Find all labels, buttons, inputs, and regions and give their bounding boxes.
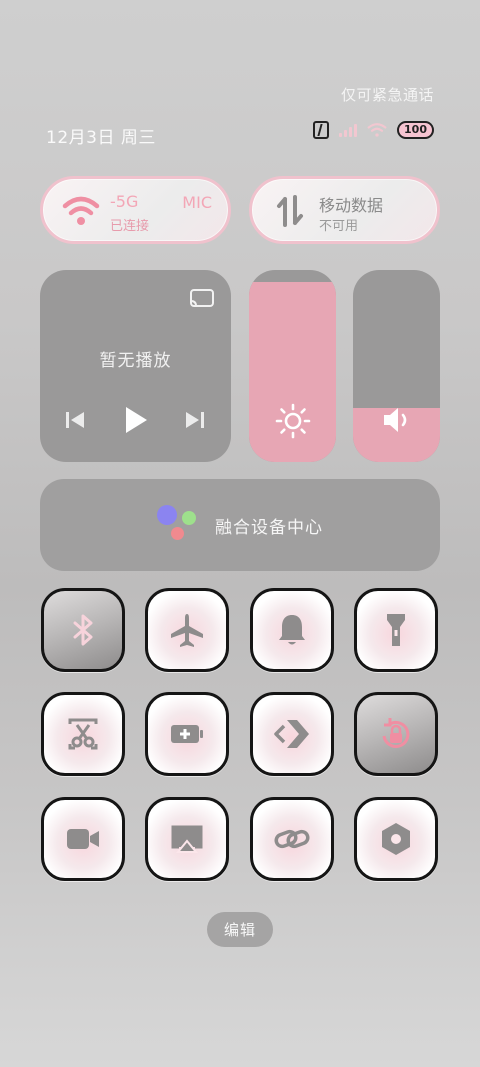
volume-slider[interactable] bbox=[353, 270, 440, 462]
battery-saver-toggle[interactable] bbox=[145, 692, 229, 776]
media-player[interactable]: 暂无播放 bbox=[40, 270, 231, 462]
battery-indicator: 100 bbox=[397, 121, 434, 139]
bell-icon bbox=[279, 615, 305, 645]
link-toggle[interactable] bbox=[250, 797, 334, 881]
status-icons: 100 bbox=[313, 121, 434, 139]
emergency-call-text: 仅可紧急通话 bbox=[340, 86, 434, 104]
volume-icon bbox=[383, 408, 406, 432]
bluetooth-toggle[interactable] bbox=[41, 588, 125, 672]
screen-record-icon bbox=[67, 829, 99, 849]
screenshot-toggle[interactable] bbox=[41, 692, 125, 776]
wifi-status-icon bbox=[367, 123, 387, 137]
mobile-data-icon bbox=[277, 195, 303, 227]
previous-track-icon[interactable] bbox=[64, 408, 86, 432]
nfc-icon bbox=[313, 121, 330, 139]
link-icon bbox=[274, 829, 310, 849]
settings-toggle[interactable] bbox=[354, 797, 438, 881]
device-center-button[interactable]: 融合设备中心 bbox=[40, 479, 440, 571]
wifi-icon bbox=[62, 196, 100, 225]
wifi-status: 已连接 bbox=[110, 219, 150, 234]
rotation-lock-toggle[interactable] bbox=[354, 692, 438, 776]
mobile-data-toggle[interactable]: 移动数据 不可用 bbox=[249, 176, 440, 244]
next-track-icon[interactable] bbox=[184, 408, 206, 432]
mobile-data-status: 不可用 bbox=[319, 219, 359, 234]
screen-cast-icon bbox=[171, 825, 203, 853]
signal-icon bbox=[339, 123, 358, 137]
wifi-network-name: -5G bbox=[110, 192, 139, 211]
wifi-toggle[interactable]: -5G 已连接 MIC bbox=[40, 176, 231, 244]
nearby-share-toggle[interactable] bbox=[250, 692, 334, 776]
device-center-label: 融合设备中心 bbox=[215, 517, 323, 538]
sound-toggle[interactable] bbox=[250, 588, 334, 672]
settings-icon bbox=[382, 823, 410, 855]
nearby-share-icon bbox=[274, 720, 309, 748]
flashlight-toggle[interactable] bbox=[354, 588, 438, 672]
airplane-icon bbox=[171, 614, 203, 647]
bluetooth-icon bbox=[73, 614, 93, 646]
brightness-slider[interactable] bbox=[249, 270, 336, 462]
screen-cast-toggle[interactable] bbox=[145, 797, 229, 881]
mobile-data-title: 移动数据 bbox=[319, 196, 384, 215]
device-center-icon bbox=[157, 503, 201, 547]
rotation-lock-icon bbox=[382, 718, 410, 748]
now-playing-text: 暂无播放 bbox=[99, 351, 172, 371]
battery-saver-icon bbox=[171, 725, 203, 743]
flashlight-icon bbox=[387, 614, 405, 646]
brightness-icon bbox=[275, 403, 310, 439]
date-text: 12月3日 周三 bbox=[46, 128, 156, 148]
screenshot-icon bbox=[68, 718, 98, 750]
screen-record-toggle[interactable] bbox=[41, 797, 125, 881]
wifi-extra-text: MIC bbox=[182, 193, 212, 212]
airplane-mode-toggle[interactable] bbox=[145, 588, 229, 672]
cast-icon[interactable] bbox=[189, 288, 215, 310]
play-icon[interactable] bbox=[122, 404, 150, 436]
edit-button[interactable]: 编辑 bbox=[207, 912, 273, 947]
